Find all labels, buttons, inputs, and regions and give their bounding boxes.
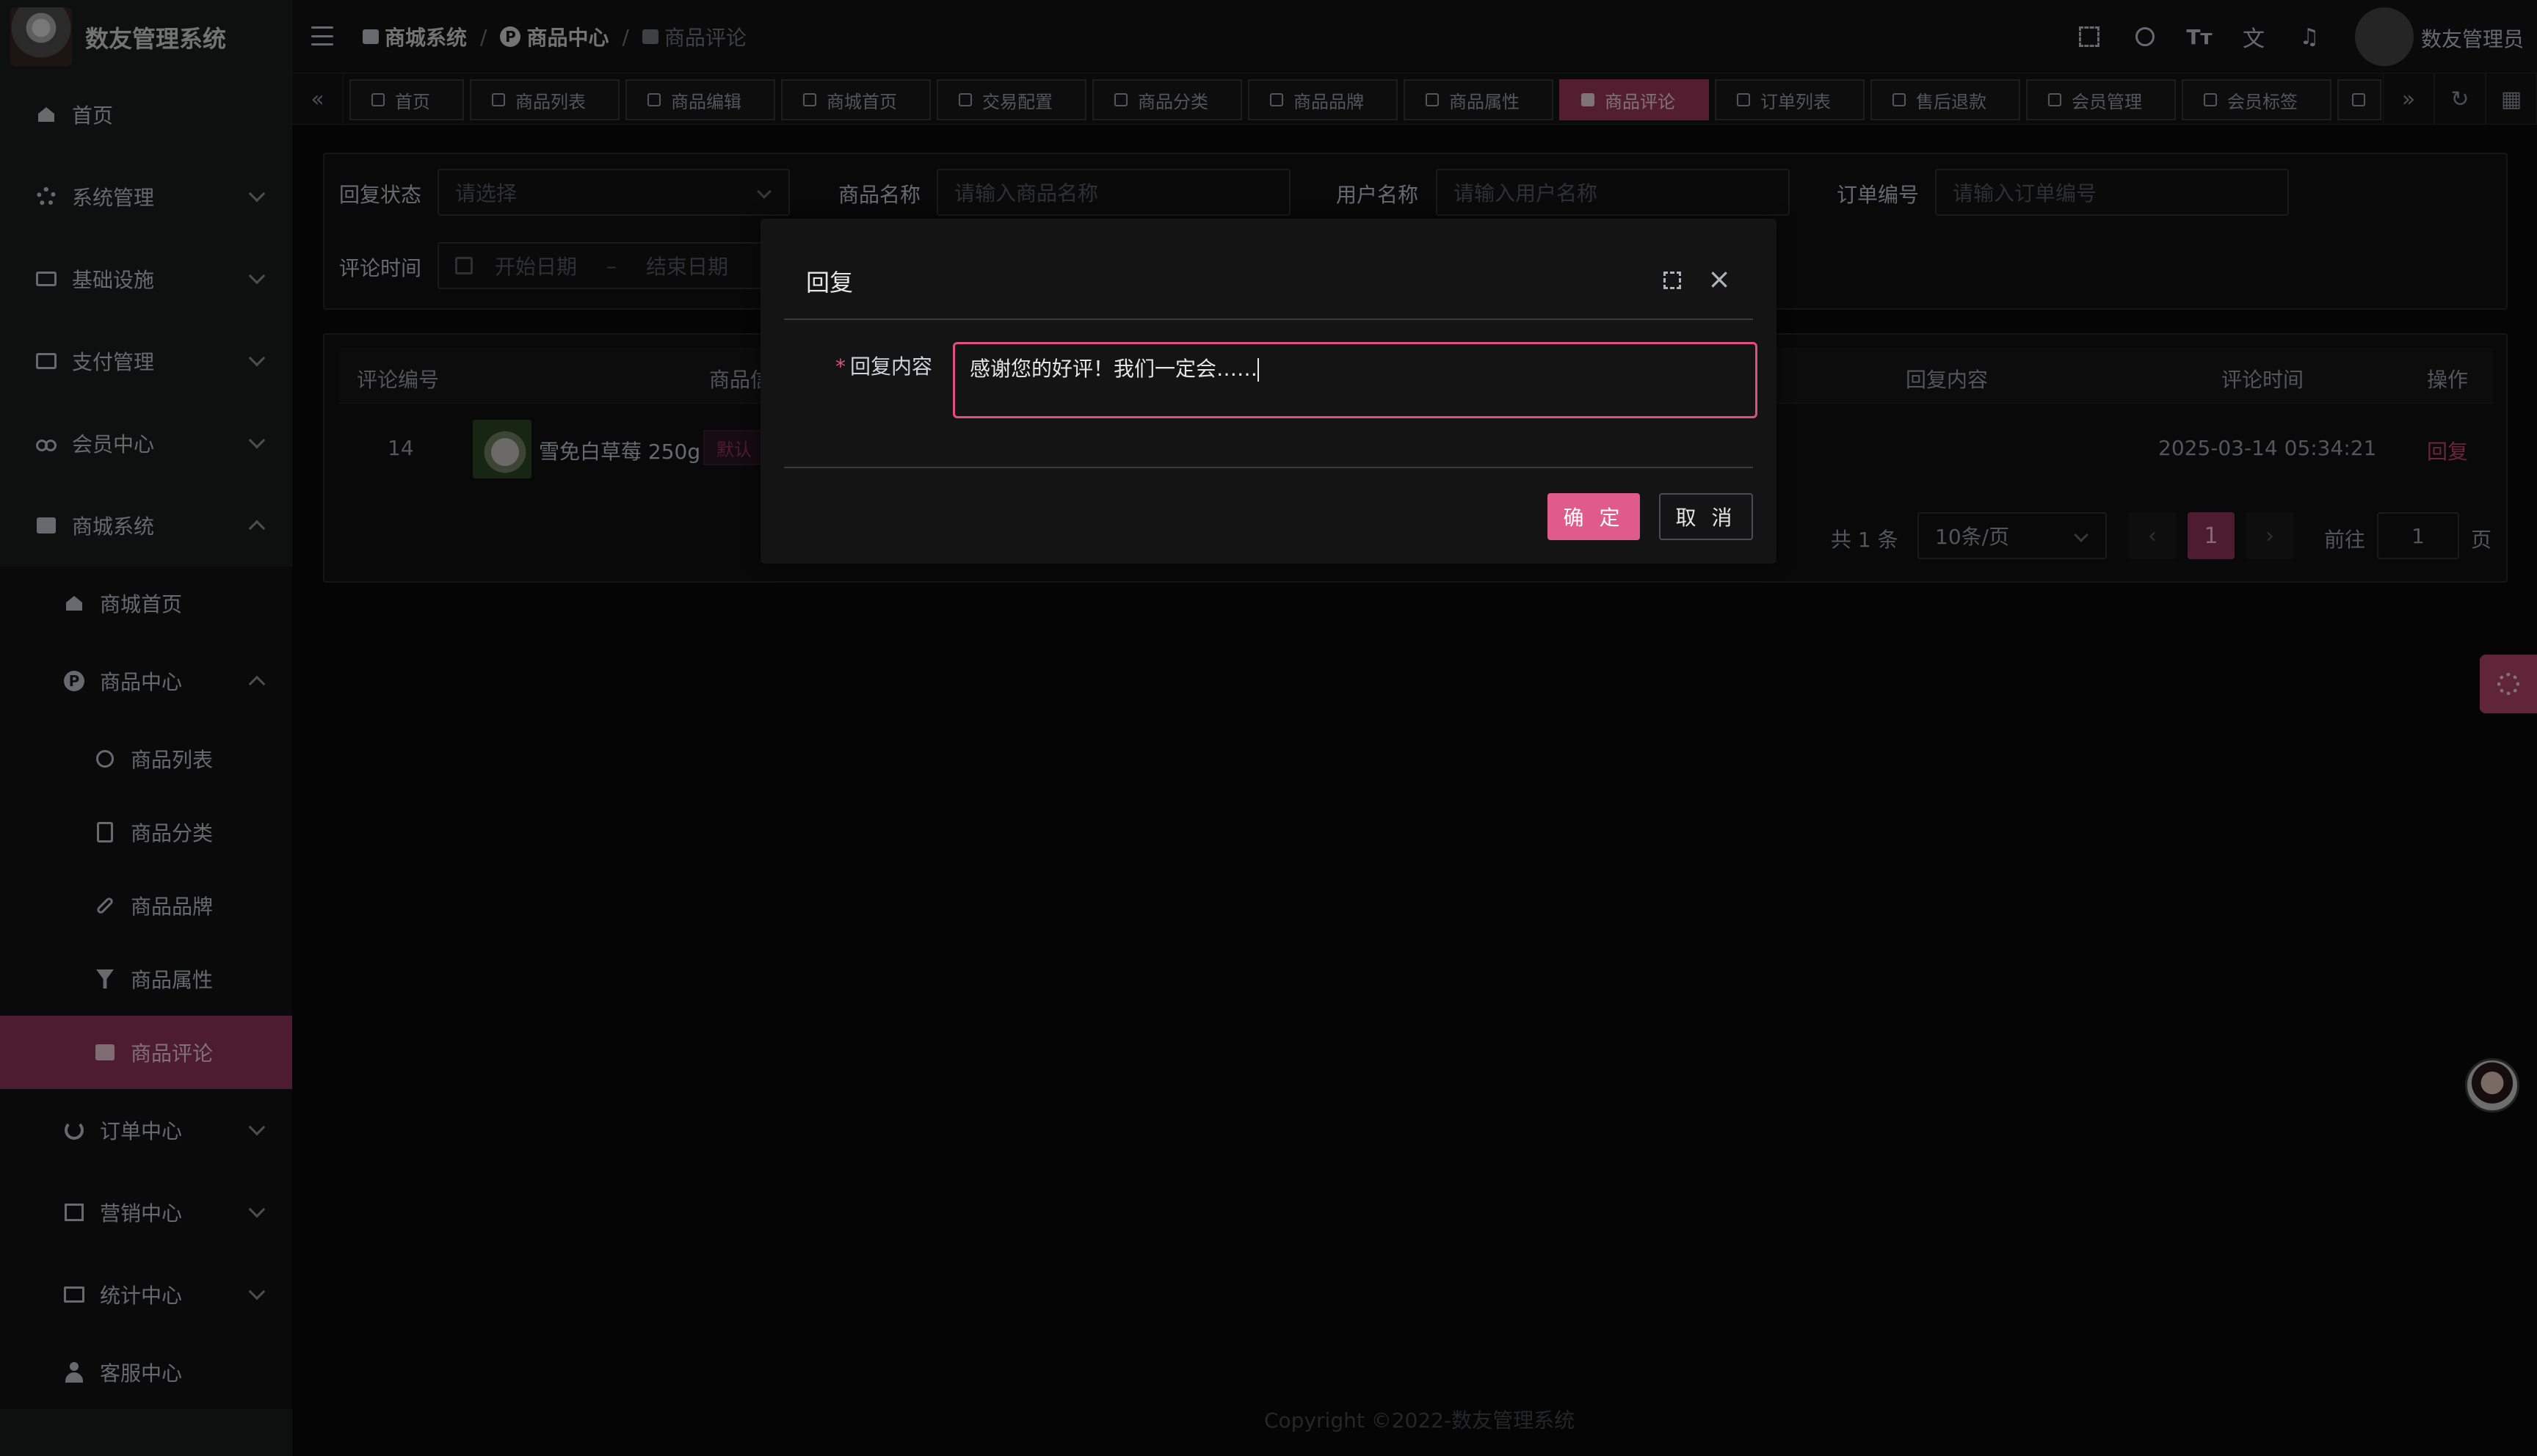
field-label-text: 回复内容 (850, 354, 933, 379)
reply-dialog: 回复 × * 回复内容 感谢您的好评！我们一定会…… 确 定 取 消 (761, 219, 1776, 564)
dialog-divider (784, 467, 1753, 468)
maximize-icon[interactable] (1663, 272, 1681, 289)
cancel-button[interactable]: 取 消 (1659, 493, 1753, 540)
dialog-title: 回复 (806, 269, 854, 296)
reply-content-value: 感谢您的好评！我们一定会…… (970, 357, 1258, 381)
text-cursor (1257, 358, 1260, 382)
close-icon[interactable]: × (1705, 264, 1734, 294)
reply-content-label: * 回复内容 (835, 351, 932, 380)
required-mark: * (835, 354, 846, 379)
reply-content-textarea[interactable]: 感谢您的好评！我们一定会…… (953, 342, 1757, 418)
dialog-divider (784, 318, 1753, 320)
confirm-button[interactable]: 确 定 (1547, 493, 1640, 540)
